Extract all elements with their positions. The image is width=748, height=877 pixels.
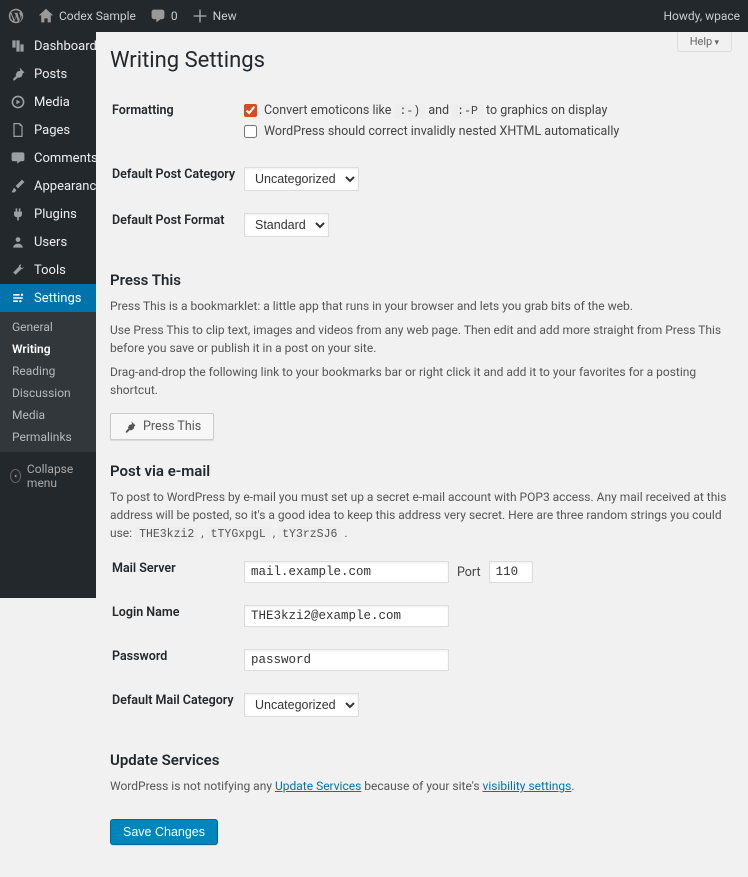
- help-tab[interactable]: Help: [677, 32, 732, 52]
- sidebar-item-settings[interactable]: Settings: [0, 284, 96, 312]
- plus-icon: [192, 8, 208, 24]
- default-category-label: Default Post Category: [112, 157, 242, 201]
- login-name-input[interactable]: [244, 605, 449, 627]
- site-name-link[interactable]: Codex Sample: [38, 8, 136, 24]
- sidebar-item-dashboard[interactable]: Dashboard: [0, 32, 96, 60]
- site-name: Codex Sample: [59, 9, 136, 23]
- press-this-desc-1: Press This is a bookmarklet: a little ap…: [110, 297, 728, 315]
- formatting-table: Formatting Convert emoticons like :-) an…: [110, 91, 728, 249]
- default-format-label: Default Post Format: [112, 203, 242, 247]
- default-mail-cat-label: Default Mail Category: [112, 683, 242, 727]
- update-services-heading: Update Services: [110, 751, 728, 769]
- sidebar-item-media[interactable]: Media: [0, 88, 96, 116]
- greeting: Howdy, wpace: [663, 9, 740, 23]
- emoticons-checkbox[interactable]: [244, 104, 257, 117]
- port-label: Port: [457, 565, 481, 580]
- sub-item-writing[interactable]: Writing: [0, 338, 96, 360]
- mail-server-input[interactable]: [244, 561, 449, 583]
- xhtml-label: WordPress should correct invalidly neste…: [264, 124, 619, 139]
- press-this-icon: [123, 420, 137, 434]
- default-mail-cat-select[interactable]: Uncategorized: [244, 693, 359, 717]
- brush-icon: [10, 178, 26, 194]
- comments-link[interactable]: 0: [150, 8, 178, 24]
- login-name-label: Login Name: [112, 595, 242, 637]
- save-changes-button[interactable]: Save Changes: [110, 819, 218, 845]
- settings-icon: [10, 290, 26, 306]
- sidebar-item-tools[interactable]: Tools: [0, 256, 96, 284]
- email-table: Mail Server Port Login Name Password Def…: [110, 549, 728, 729]
- new-content-link[interactable]: New: [192, 8, 237, 24]
- plug-icon: [10, 206, 26, 222]
- user-icon: [10, 234, 26, 250]
- comments-icon: [150, 8, 166, 24]
- update-services-link[interactable]: Update Services: [275, 779, 361, 793]
- emoticons-label: Convert emoticons like :-) and :-P to gr…: [264, 103, 607, 118]
- password-input[interactable]: [244, 649, 449, 671]
- visibility-settings-link[interactable]: visibility settings: [483, 779, 572, 793]
- content-area: Writing Settings Formatting Convert emot…: [96, 32, 748, 875]
- port-input[interactable]: [489, 561, 533, 583]
- default-format-select[interactable]: Standard: [244, 213, 329, 237]
- update-services-desc: WordPress is not notifying any Update Se…: [110, 777, 728, 795]
- default-category-select[interactable]: Uncategorized: [244, 167, 359, 191]
- account-link[interactable]: Howdy, wpace: [663, 9, 740, 23]
- sidebar-item-comments[interactable]: Comments: [0, 144, 96, 172]
- sub-item-discussion[interactable]: Discussion: [0, 382, 96, 404]
- settings-submenu: General Writing Reading Discussion Media…: [0, 312, 96, 452]
- comments-count: 0: [171, 9, 178, 23]
- pin-icon: [10, 66, 26, 82]
- admin-bar: Codex Sample 0 New Howdy, wpace: [0, 0, 748, 32]
- sub-item-general[interactable]: General: [0, 316, 96, 338]
- post-email-heading: Post via e-mail: [110, 462, 728, 480]
- home-icon: [38, 8, 54, 24]
- password-label: Password: [112, 639, 242, 681]
- sidebar-item-users[interactable]: Users: [0, 228, 96, 256]
- sub-item-permalinks[interactable]: Permalinks: [0, 426, 96, 448]
- press-this-heading: Press This: [110, 271, 728, 289]
- sub-item-media[interactable]: Media: [0, 404, 96, 426]
- media-icon: [10, 94, 26, 110]
- page-title: Writing Settings: [110, 48, 728, 73]
- press-this-desc-2: Use Press This to clip text, images and …: [110, 321, 728, 357]
- collapse-icon: [10, 469, 21, 483]
- mail-server-label: Mail Server: [112, 551, 242, 593]
- post-email-desc: To post to WordPress by e-mail you must …: [110, 488, 728, 543]
- wrench-icon: [10, 262, 26, 278]
- press-this-button[interactable]: Press This: [110, 413, 214, 440]
- collapse-menu[interactable]: Collapse menu: [0, 452, 96, 500]
- sidebar-item-pages[interactable]: Pages: [0, 116, 96, 144]
- page-icon: [10, 122, 26, 138]
- sidebar-item-posts[interactable]: Posts: [0, 60, 96, 88]
- new-label: New: [213, 9, 237, 23]
- comment-icon: [10, 150, 26, 166]
- wp-logo[interactable]: [8, 8, 24, 24]
- admin-sidebar: Dashboard Posts Media Pages Comments App…: [0, 32, 96, 598]
- xhtml-checkbox[interactable]: [244, 125, 257, 138]
- dashboard-icon: [10, 38, 26, 54]
- sub-item-reading[interactable]: Reading: [0, 360, 96, 382]
- press-this-desc-3: Drag-and-drop the following link to your…: [110, 363, 728, 399]
- formatting-label: Formatting: [112, 93, 242, 155]
- sidebar-item-plugins[interactable]: Plugins: [0, 200, 96, 228]
- sidebar-item-appearance[interactable]: Appearance: [0, 172, 96, 200]
